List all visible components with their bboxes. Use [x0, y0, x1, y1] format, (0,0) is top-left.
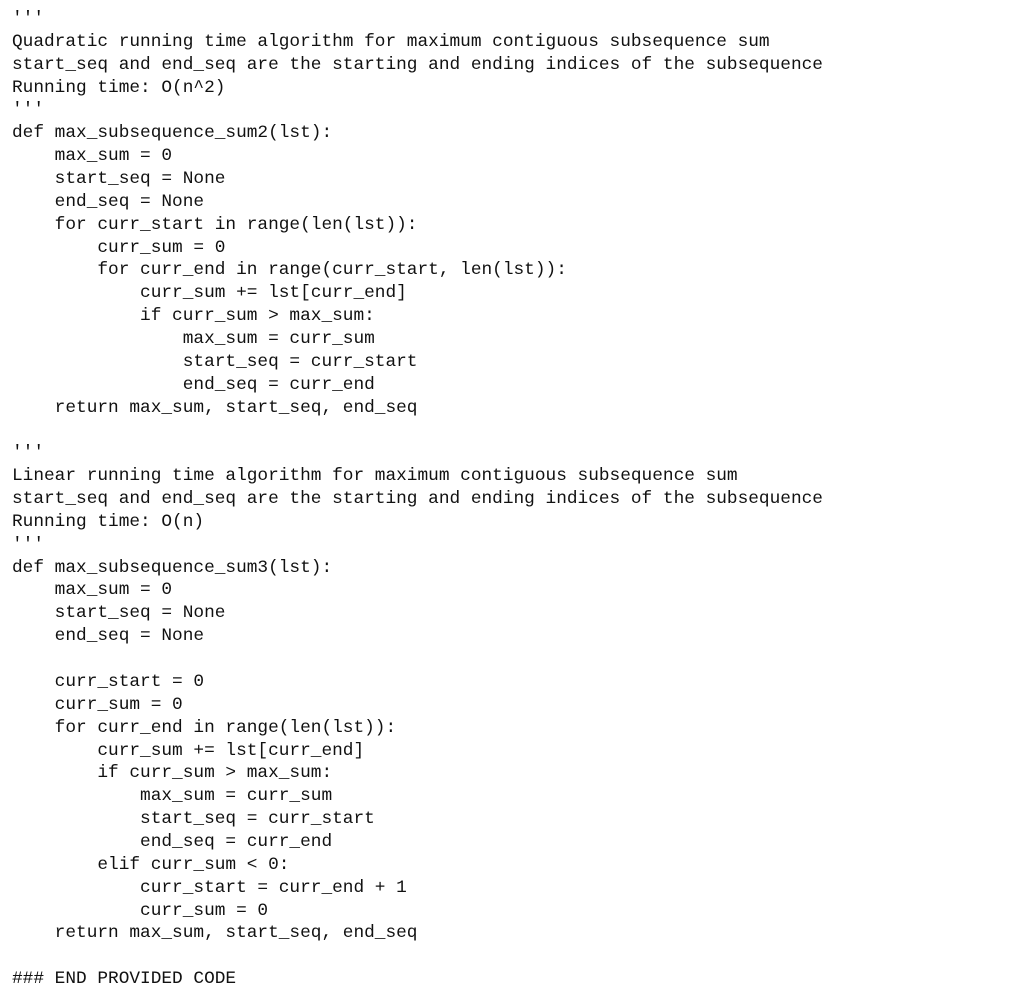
function-def-line: def max_subsequence_sum3(lst):: [12, 557, 333, 578]
docstring-delimiter: ''': [12, 9, 45, 29]
code-line: curr_start = curr_end + 1: [12, 877, 407, 898]
code-line: start_seq = curr_start: [12, 809, 375, 830]
code-line: curr_sum += lst[curr_end]: [12, 283, 407, 304]
docstring-line: Running time: O(n^2): [12, 77, 226, 98]
code-line: if curr_sum > max_sum:: [12, 763, 333, 784]
code-line: if curr_sum > max_sum:: [12, 306, 375, 327]
code-line: elif curr_sum < 0:: [12, 854, 290, 875]
code-line: for curr_end in range(curr_start, len(ls…: [12, 260, 567, 281]
docstring-delimiter: ''': [12, 534, 45, 555]
code-line: return max_sum, start_seq, end_seq: [12, 923, 418, 944]
docstring-delimiter: ''': [12, 100, 45, 121]
code-line: curr_start = 0: [12, 671, 205, 692]
code-line: max_sum = curr_sum: [12, 786, 333, 807]
code-line: curr_sum = 0: [12, 237, 226, 258]
code-block: ''' Quadratic running time algorithm for …: [12, 8, 823, 991]
code-line: end_seq = None: [12, 626, 205, 647]
docstring-line: Quadratic running time algorithm for max…: [12, 31, 770, 52]
end-marker-comment: ### END PROVIDED CODE: [12, 969, 237, 990]
docstring-delimiter: ''': [12, 443, 45, 464]
code-line: curr_sum = 0: [12, 694, 183, 715]
docstring-line: Linear running time algorithm for maximu…: [12, 466, 738, 487]
docstring-line: Running time: O(n): [12, 511, 205, 532]
code-line: curr_sum += lst[curr_end]: [12, 740, 365, 761]
code-line: curr_sum = 0: [12, 900, 269, 921]
code-line: start_seq = curr_start: [12, 351, 418, 372]
code-line: max_sum = 0: [12, 146, 173, 167]
docstring-line: start_seq and end_seq are the starting a…: [12, 489, 823, 510]
code-line: end_seq = None: [12, 191, 205, 212]
code-line: start_seq = None: [12, 603, 226, 624]
docstring-line: start_seq and end_seq are the starting a…: [12, 54, 823, 75]
function-def-line: def max_subsequence_sum2(lst):: [12, 123, 333, 144]
code-line: max_sum = 0: [12, 580, 173, 601]
code-line: for curr_start in range(len(lst)):: [12, 214, 418, 235]
code-line: max_sum = curr_sum: [12, 329, 375, 350]
code-line: end_seq = curr_end: [12, 831, 333, 852]
code-line: for curr_end in range(len(lst)):: [12, 717, 397, 738]
code-line: end_seq = curr_end: [12, 374, 375, 395]
code-line: start_seq = None: [12, 169, 226, 190]
code-line: return max_sum, start_seq, end_seq: [12, 397, 418, 418]
